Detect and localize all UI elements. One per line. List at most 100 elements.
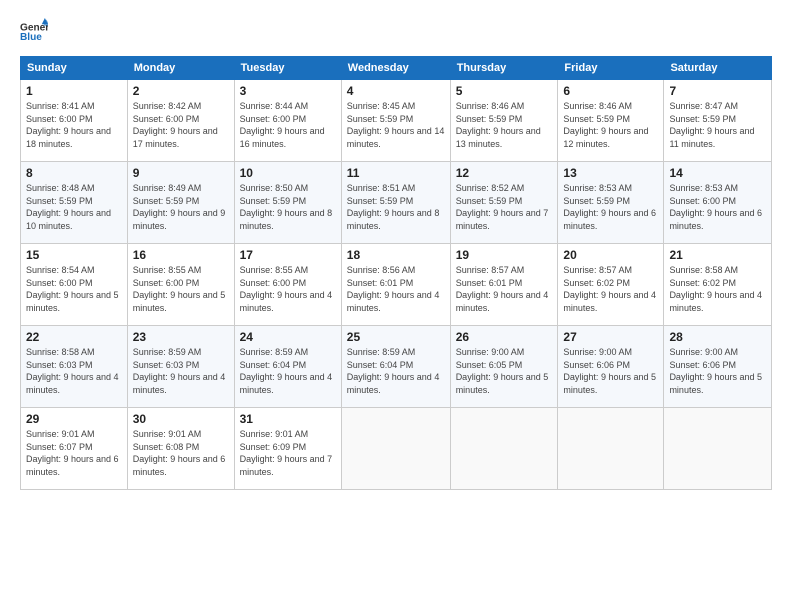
day-cell: 11 Sunrise: 8:51 AM Sunset: 5:59 PM Dayl… (341, 162, 450, 244)
header: General Blue (20, 18, 772, 46)
day-cell: 28 Sunrise: 9:00 AM Sunset: 6:06 PM Dayl… (664, 326, 772, 408)
day-info: Sunrise: 9:01 AM Sunset: 6:08 PM Dayligh… (133, 428, 229, 478)
day-number: 27 (563, 330, 658, 344)
weekday-header-monday: Monday (127, 57, 234, 80)
day-info: Sunrise: 8:48 AM Sunset: 5:59 PM Dayligh… (26, 182, 122, 232)
day-cell: 4 Sunrise: 8:45 AM Sunset: 5:59 PM Dayli… (341, 80, 450, 162)
day-cell (341, 408, 450, 490)
day-number: 18 (347, 248, 445, 262)
day-number: 7 (669, 84, 766, 98)
day-number: 14 (669, 166, 766, 180)
day-cell: 13 Sunrise: 8:53 AM Sunset: 5:59 PM Dayl… (558, 162, 664, 244)
logo-icon: General Blue (20, 18, 48, 46)
day-cell: 18 Sunrise: 8:56 AM Sunset: 6:01 PM Dayl… (341, 244, 450, 326)
day-cell: 14 Sunrise: 8:53 AM Sunset: 6:00 PM Dayl… (664, 162, 772, 244)
day-info: Sunrise: 8:57 AM Sunset: 6:02 PM Dayligh… (563, 264, 658, 314)
day-info: Sunrise: 9:00 AM Sunset: 6:05 PM Dayligh… (456, 346, 553, 396)
day-number: 29 (26, 412, 122, 426)
day-number: 31 (240, 412, 336, 426)
week-row-5: 29 Sunrise: 9:01 AM Sunset: 6:07 PM Dayl… (21, 408, 772, 490)
day-cell: 12 Sunrise: 8:52 AM Sunset: 5:59 PM Dayl… (450, 162, 558, 244)
day-info: Sunrise: 8:54 AM Sunset: 6:00 PM Dayligh… (26, 264, 122, 314)
day-number: 25 (347, 330, 445, 344)
day-cell (450, 408, 558, 490)
day-info: Sunrise: 8:42 AM Sunset: 6:00 PM Dayligh… (133, 100, 229, 150)
day-number: 2 (133, 84, 229, 98)
day-cell: 19 Sunrise: 8:57 AM Sunset: 6:01 PM Dayl… (450, 244, 558, 326)
day-number: 3 (240, 84, 336, 98)
week-row-2: 8 Sunrise: 8:48 AM Sunset: 5:59 PM Dayli… (21, 162, 772, 244)
day-cell: 6 Sunrise: 8:46 AM Sunset: 5:59 PM Dayli… (558, 80, 664, 162)
day-info: Sunrise: 9:01 AM Sunset: 6:07 PM Dayligh… (26, 428, 122, 478)
day-info: Sunrise: 8:52 AM Sunset: 5:59 PM Dayligh… (456, 182, 553, 232)
day-info: Sunrise: 8:44 AM Sunset: 6:00 PM Dayligh… (240, 100, 336, 150)
day-info: Sunrise: 8:41 AM Sunset: 6:00 PM Dayligh… (26, 100, 122, 150)
day-info: Sunrise: 8:53 AM Sunset: 5:59 PM Dayligh… (563, 182, 658, 232)
day-number: 4 (347, 84, 445, 98)
day-number: 6 (563, 84, 658, 98)
week-row-4: 22 Sunrise: 8:58 AM Sunset: 6:03 PM Dayl… (21, 326, 772, 408)
day-info: Sunrise: 8:55 AM Sunset: 6:00 PM Dayligh… (133, 264, 229, 314)
day-info: Sunrise: 8:46 AM Sunset: 5:59 PM Dayligh… (563, 100, 658, 150)
weekday-header-sunday: Sunday (21, 57, 128, 80)
day-number: 30 (133, 412, 229, 426)
day-info: Sunrise: 8:57 AM Sunset: 6:01 PM Dayligh… (456, 264, 553, 314)
day-info: Sunrise: 8:47 AM Sunset: 5:59 PM Dayligh… (669, 100, 766, 150)
weekday-header-thursday: Thursday (450, 57, 558, 80)
week-row-3: 15 Sunrise: 8:54 AM Sunset: 6:00 PM Dayl… (21, 244, 772, 326)
day-cell: 2 Sunrise: 8:42 AM Sunset: 6:00 PM Dayli… (127, 80, 234, 162)
day-number: 1 (26, 84, 122, 98)
day-cell: 29 Sunrise: 9:01 AM Sunset: 6:07 PM Dayl… (21, 408, 128, 490)
weekday-header-friday: Friday (558, 57, 664, 80)
day-number: 21 (669, 248, 766, 262)
day-info: Sunrise: 8:53 AM Sunset: 6:00 PM Dayligh… (669, 182, 766, 232)
day-info: Sunrise: 8:46 AM Sunset: 5:59 PM Dayligh… (456, 100, 553, 150)
day-cell: 22 Sunrise: 8:58 AM Sunset: 6:03 PM Dayl… (21, 326, 128, 408)
day-number: 17 (240, 248, 336, 262)
day-cell: 9 Sunrise: 8:49 AM Sunset: 5:59 PM Dayli… (127, 162, 234, 244)
svg-text:Blue: Blue (20, 32, 42, 43)
day-cell: 23 Sunrise: 8:59 AM Sunset: 6:03 PM Dayl… (127, 326, 234, 408)
day-info: Sunrise: 8:45 AM Sunset: 5:59 PM Dayligh… (347, 100, 445, 150)
day-cell: 10 Sunrise: 8:50 AM Sunset: 5:59 PM Dayl… (234, 162, 341, 244)
day-number: 19 (456, 248, 553, 262)
day-info: Sunrise: 8:56 AM Sunset: 6:01 PM Dayligh… (347, 264, 445, 314)
weekday-header-saturday: Saturday (664, 57, 772, 80)
day-cell: 1 Sunrise: 8:41 AM Sunset: 6:00 PM Dayli… (21, 80, 128, 162)
day-number: 24 (240, 330, 336, 344)
day-cell: 31 Sunrise: 9:01 AM Sunset: 6:09 PM Dayl… (234, 408, 341, 490)
day-info: Sunrise: 8:49 AM Sunset: 5:59 PM Dayligh… (133, 182, 229, 232)
day-info: Sunrise: 8:50 AM Sunset: 5:59 PM Dayligh… (240, 182, 336, 232)
day-number: 22 (26, 330, 122, 344)
week-row-1: 1 Sunrise: 8:41 AM Sunset: 6:00 PM Dayli… (21, 80, 772, 162)
day-info: Sunrise: 8:58 AM Sunset: 6:02 PM Dayligh… (669, 264, 766, 314)
day-cell: 16 Sunrise: 8:55 AM Sunset: 6:00 PM Dayl… (127, 244, 234, 326)
page: General Blue SundayMondayTuesdayWednesda… (0, 0, 792, 612)
day-number: 26 (456, 330, 553, 344)
weekday-header-row: SundayMondayTuesdayWednesdayThursdayFrid… (21, 57, 772, 80)
day-cell: 15 Sunrise: 8:54 AM Sunset: 6:00 PM Dayl… (21, 244, 128, 326)
day-cell: 21 Sunrise: 8:58 AM Sunset: 6:02 PM Dayl… (664, 244, 772, 326)
day-cell: 8 Sunrise: 8:48 AM Sunset: 5:59 PM Dayli… (21, 162, 128, 244)
day-number: 5 (456, 84, 553, 98)
day-cell (558, 408, 664, 490)
day-cell: 3 Sunrise: 8:44 AM Sunset: 6:00 PM Dayli… (234, 80, 341, 162)
day-number: 13 (563, 166, 658, 180)
weekday-header-wednesday: Wednesday (341, 57, 450, 80)
day-number: 8 (26, 166, 122, 180)
day-info: Sunrise: 8:58 AM Sunset: 6:03 PM Dayligh… (26, 346, 122, 396)
day-number: 9 (133, 166, 229, 180)
day-number: 12 (456, 166, 553, 180)
day-cell (664, 408, 772, 490)
day-cell: 27 Sunrise: 9:00 AM Sunset: 6:06 PM Dayl… (558, 326, 664, 408)
day-number: 11 (347, 166, 445, 180)
weekday-header-tuesday: Tuesday (234, 57, 341, 80)
day-number: 10 (240, 166, 336, 180)
day-cell: 26 Sunrise: 9:00 AM Sunset: 6:05 PM Dayl… (450, 326, 558, 408)
day-info: Sunrise: 8:51 AM Sunset: 5:59 PM Dayligh… (347, 182, 445, 232)
day-number: 28 (669, 330, 766, 344)
day-info: Sunrise: 9:00 AM Sunset: 6:06 PM Dayligh… (563, 346, 658, 396)
day-cell: 30 Sunrise: 9:01 AM Sunset: 6:08 PM Dayl… (127, 408, 234, 490)
calendar-table: SundayMondayTuesdayWednesdayThursdayFrid… (20, 56, 772, 490)
logo: General Blue (20, 18, 48, 46)
